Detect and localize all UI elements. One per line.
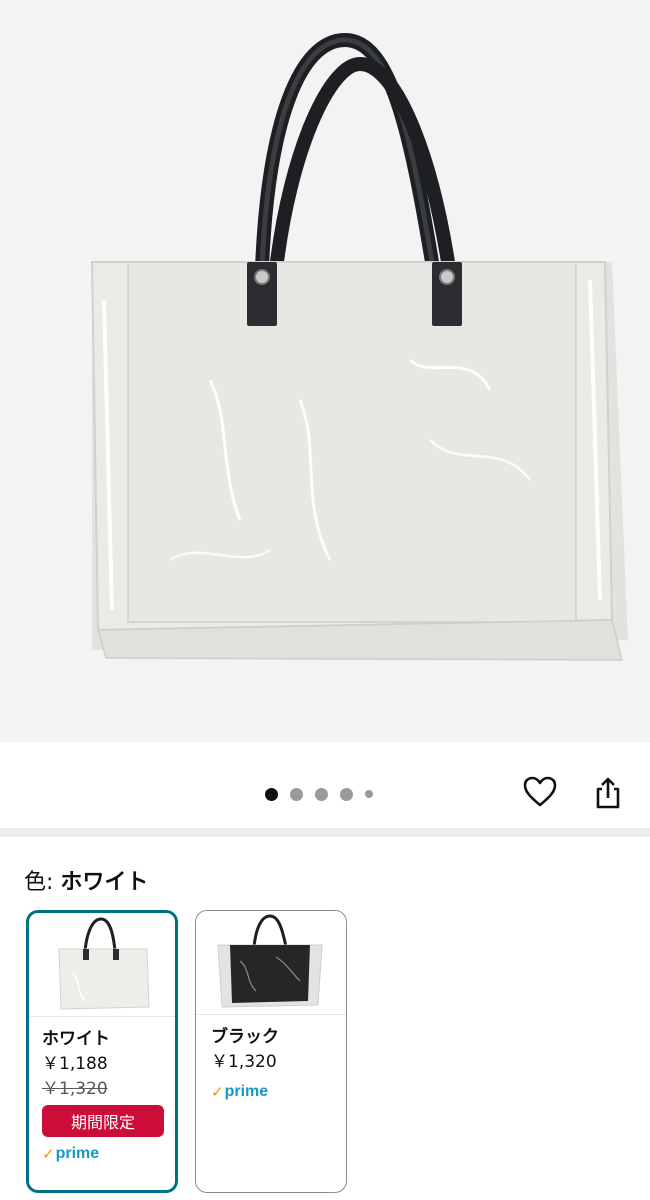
swatch-name: ブラック: [211, 1027, 279, 1047]
tote-bag-illustration: [90, 32, 628, 661]
favorite-button[interactable]: [520, 772, 560, 812]
prime-badge: ✓ prime: [211, 1081, 346, 1103]
pagination-dot-3[interactable]: [315, 787, 328, 801]
color-label-prefix: 色:: [24, 870, 54, 895]
prime-logo-text: prime: [55, 1145, 100, 1162]
pagination-dot-4[interactable]: [340, 787, 353, 801]
prime-badge: ✓ prime: [42, 1143, 175, 1165]
pagination-dot-5[interactable]: [365, 790, 373, 798]
color-variation-label: 色: ホワイト: [24, 864, 148, 896]
swatch-thumbnail-white: [29, 913, 175, 1017]
color-swatch-white[interactable]: ホワイト ￥1,188 ￥1,320 期間限定 ✓ prime: [26, 910, 178, 1193]
share-icon: [596, 777, 620, 809]
black-tote-thumbnail: [217, 914, 323, 1008]
prime-check-icon: ✓: [42, 1145, 55, 1163]
swatch-name: ホワイト: [42, 1029, 110, 1049]
swatch-price: ￥1,188: [42, 1054, 108, 1074]
product-image[interactable]: [0, 0, 650, 742]
color-swatch-black[interactable]: ブラック ￥1,320 ✓ prime: [195, 910, 347, 1193]
pagination-dot-2[interactable]: [290, 787, 303, 801]
swatch-price: ￥1,320: [211, 1052, 277, 1072]
heart-icon: [523, 776, 557, 807]
prime-logo-text: prime: [224, 1083, 269, 1100]
limited-time-deal-badge: 期間限定: [42, 1105, 164, 1137]
section-divider: [0, 828, 650, 837]
image-pagination-dots[interactable]: [265, 786, 373, 802]
white-tote-thumbnail: [58, 917, 150, 1010]
pagination-dot-1[interactable]: [265, 787, 278, 801]
prime-check-icon: ✓: [211, 1083, 224, 1101]
swatch-list-price: ￥1,320: [42, 1079, 108, 1099]
selected-color-value: ホワイト: [60, 870, 149, 895]
share-button[interactable]: [588, 773, 628, 813]
swatch-thumbnail-black: [196, 911, 346, 1015]
